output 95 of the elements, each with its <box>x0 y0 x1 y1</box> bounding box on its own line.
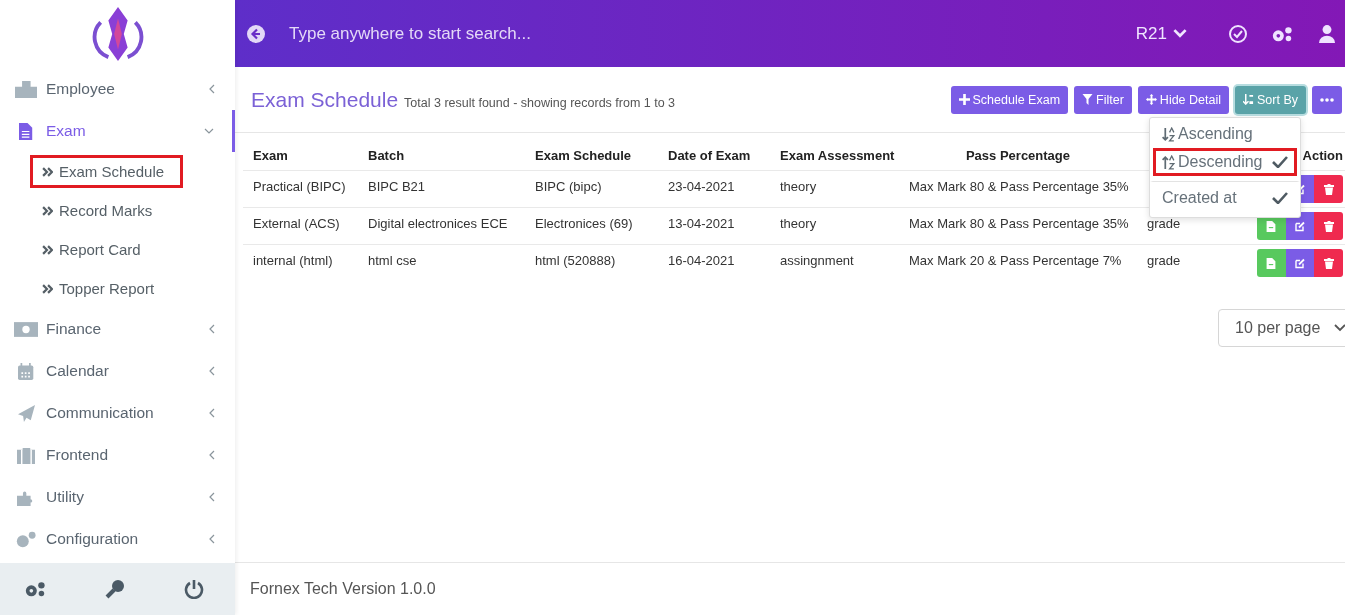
chevron-icon <box>209 534 215 544</box>
column-header: Batch <box>368 148 405 163</box>
table-cell: grade <box>1147 253 1181 268</box>
column-header: Pass Percentage <box>965 148 1071 163</box>
submenu-item[interactable]: Record Marks <box>0 191 235 230</box>
move-icon <box>1145 94 1157 105</box>
delete-button[interactable] <box>1314 249 1343 277</box>
chevron-icon <box>209 450 215 460</box>
delete-button[interactable] <box>1314 212 1343 240</box>
double-chevron-icon <box>42 244 53 255</box>
chevron-icon <box>209 84 215 94</box>
table-cell: Practical (BIPC) <box>253 179 346 194</box>
user-icon[interactable] <box>1319 24 1335 43</box>
trash-icon <box>1323 183 1334 195</box>
filter-icon <box>1082 94 1094 105</box>
calendar-icon <box>18 362 34 380</box>
table-cell: 16-04-2021 <box>668 253 735 268</box>
key-icon[interactable] <box>103 579 126 599</box>
double-chevron-icon <box>42 283 53 294</box>
chevron-icon <box>204 128 214 134</box>
document-icon <box>19 122 33 140</box>
table-cell: Electronices (69) <box>535 216 633 231</box>
version-text: Fornex Tech Version 1.0.0 <box>250 580 436 598</box>
page-title: Exam Schedule <box>251 87 399 112</box>
power-icon[interactable] <box>183 579 205 599</box>
file-icon <box>1266 220 1277 232</box>
sort-icon <box>1162 126 1175 142</box>
logo <box>91 5 144 63</box>
more-button[interactable] <box>1312 85 1342 114</box>
column-header: Date of Exam <box>668 148 751 163</box>
chevron-icon <box>209 366 215 376</box>
employees-icon <box>14 80 38 98</box>
table-cell: 13-04-2021 <box>668 216 735 231</box>
sidebar-item[interactable]: Communication <box>0 392 235 434</box>
ellipsis-icon <box>1320 97 1334 102</box>
menu-item[interactable]: Created at <box>1150 181 1300 213</box>
sidebar-item[interactable]: Frontend <box>0 434 235 476</box>
banknote-icon <box>14 320 38 338</box>
briefcase-icon <box>16 446 36 464</box>
submenu-item[interactable]: Report Card <box>0 230 235 269</box>
column-header: Exam Schedule <box>535 148 632 163</box>
gears-icon <box>15 530 37 548</box>
sidebar-item[interactable]: Configuration <box>0 518 235 560</box>
table-cell: BIPC B21 <box>368 179 426 194</box>
trash-icon <box>1323 257 1334 269</box>
edit-button[interactable] <box>1285 249 1315 277</box>
chevron-icon <box>209 324 215 334</box>
submenu-item[interactable]: Topper Report <box>0 269 235 308</box>
table-cell: Max Mark 20 & Pass Percentage 7% <box>909 253 1122 268</box>
per-page-select[interactable]: 10 per page <box>1218 308 1345 347</box>
sidebar-item[interactable]: Utility <box>0 476 235 518</box>
table-cell: Max Mark 80 & Pass Percentage 35% <box>909 179 1129 194</box>
result-summary: Total 3 result found - showing records from 1 to 3 <box>404 95 676 110</box>
check-circle-icon[interactable] <box>1227 23 1249 44</box>
chevron-icon <box>209 408 215 418</box>
table-cell: Digital electronices ECE <box>368 216 508 231</box>
delete-button[interactable] <box>1314 175 1343 203</box>
table-cell: BIPC (bipc) <box>535 179 602 194</box>
sidebar-item[interactable]: Finance <box>0 308 235 350</box>
chevron-down-icon <box>1334 323 1345 332</box>
table-cell: internal (html) <box>253 253 333 268</box>
sidebar-item[interactable]: Exam <box>0 110 235 152</box>
back-icon[interactable] <box>247 24 265 43</box>
paper-plane-icon <box>17 404 35 422</box>
table-cell: External (ACS) <box>253 216 340 231</box>
table-cell: html cse <box>368 253 417 268</box>
table-cell: theory <box>780 179 817 194</box>
double-chevron-icon <box>42 205 53 216</box>
sort-icon <box>1243 94 1254 105</box>
sidebar-item[interactable]: Employee <box>0 68 235 110</box>
sidebar-item[interactable]: Calendar <box>0 350 235 392</box>
menu-item[interactable]: Descending <box>1153 148 1297 176</box>
table-cell: grade <box>1147 216 1181 231</box>
column-header: Exam <box>253 148 288 163</box>
toolbar-button[interactable]: Hide Detail <box>1137 85 1229 114</box>
table-cell: 23-04-2021 <box>668 179 735 194</box>
toolbar-button[interactable]: Schedule Exam <box>950 85 1069 114</box>
search-field[interactable]: Type anywhere to start search... <box>287 22 1128 45</box>
column-header: Exam Assessment <box>780 148 895 163</box>
sort-icon <box>1162 154 1175 170</box>
column-header: Action <box>1302 148 1343 163</box>
session-dropdown[interactable]: R21 <box>1135 23 1187 44</box>
table-cell: html (520888) <box>535 253 616 268</box>
settings-icon[interactable] <box>24 579 46 599</box>
table-cell: assingnment <box>780 253 854 268</box>
trash-icon <box>1323 220 1334 232</box>
chevron-icon <box>209 492 215 502</box>
toolbar-button[interactable]: Filter <box>1074 85 1132 114</box>
menu-item[interactable]: Ascending <box>1153 120 1297 148</box>
table-cell: theory <box>780 216 817 231</box>
table-cell: Max Mark 80 & Pass Percentage 35% <box>909 216 1129 231</box>
chevron-down-icon <box>1173 29 1187 38</box>
plus-icon <box>958 94 970 105</box>
double-chevron-icon <box>42 166 53 177</box>
file-icon <box>1266 257 1277 269</box>
